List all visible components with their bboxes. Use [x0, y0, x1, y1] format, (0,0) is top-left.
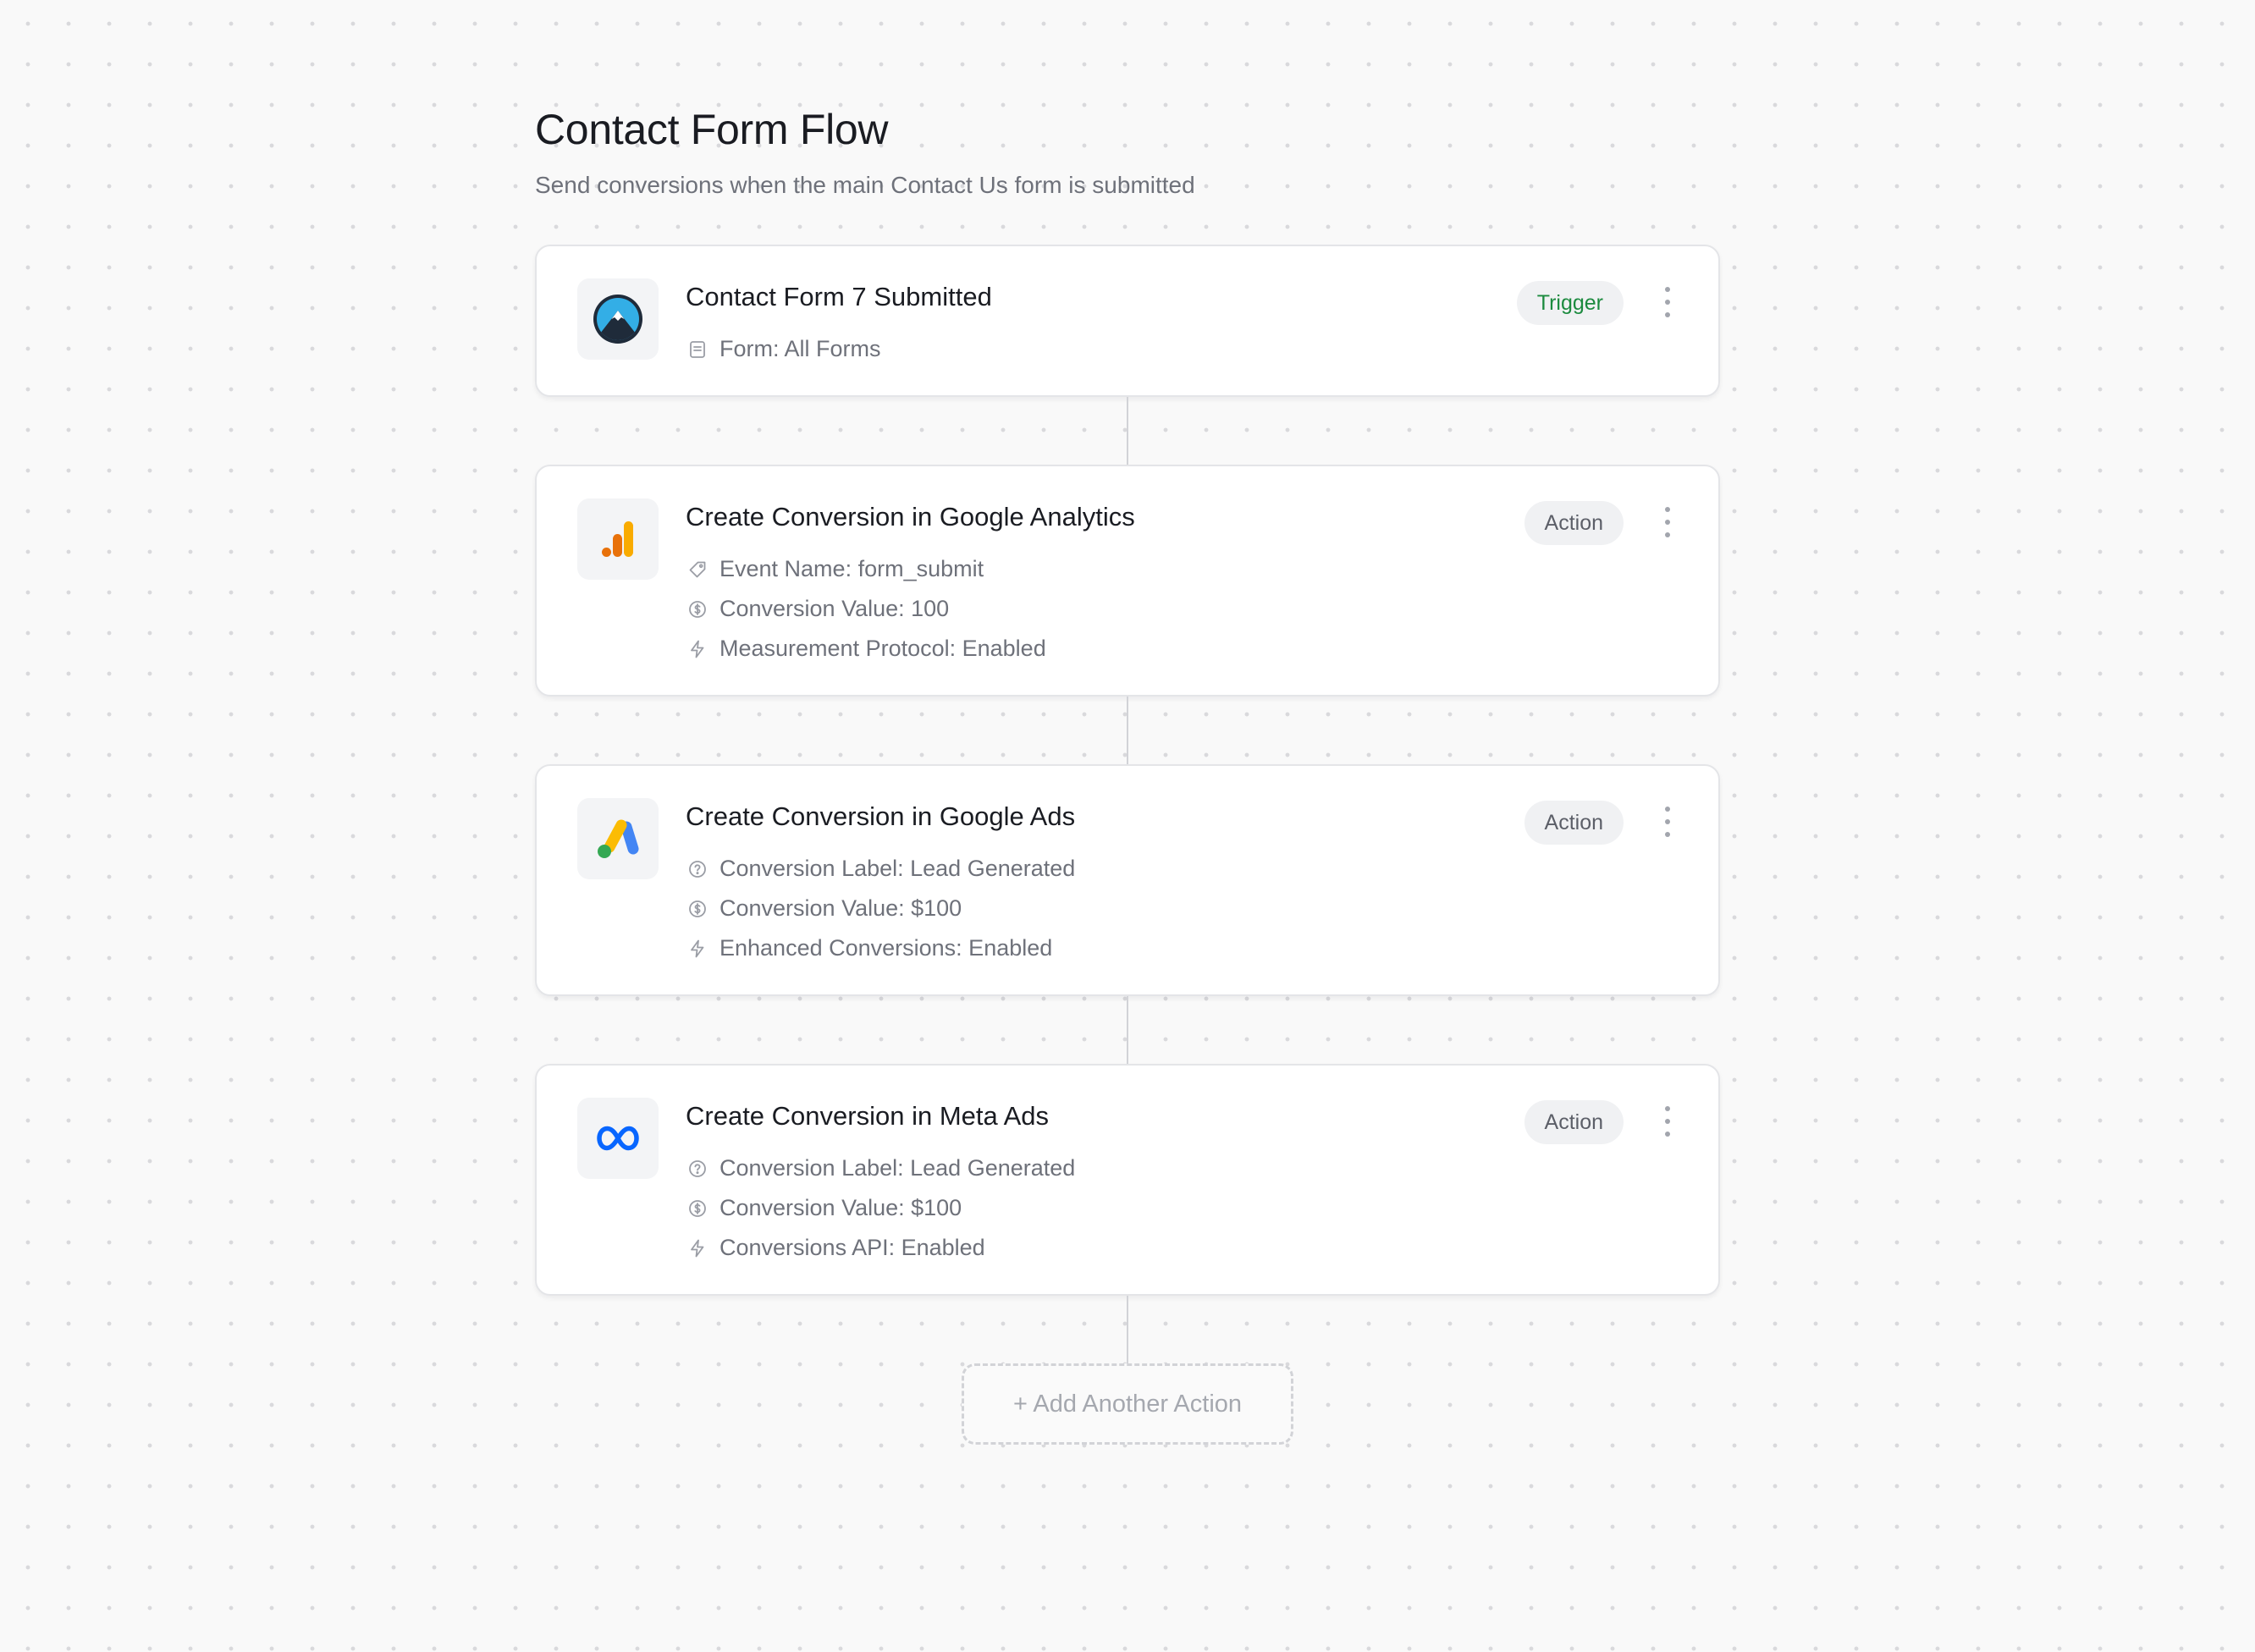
flow-connector	[1127, 697, 1128, 764]
detail-row: Event Name: form_submit	[686, 549, 1046, 589]
trigger-badge: Trigger	[1516, 281, 1624, 325]
trigger-card[interactable]: Contact Form 7 Submitted Form: All Forms…	[535, 245, 1720, 397]
detail-row: Conversions API: Enabled	[686, 1228, 1075, 1268]
detail-text: Conversion Label: Lead Generated	[720, 1155, 1076, 1181]
detail-text: Enhanced Conversions: Enabled	[720, 935, 1053, 961]
detail-row: Measurement Protocol: Enabled	[686, 629, 1046, 669]
detail-text: Conversion Value: $100	[720, 895, 962, 921]
add-another-action-button[interactable]: + Add Another Action	[962, 1363, 1293, 1445]
dollar-circle-icon	[686, 1197, 709, 1220]
more-options-icon[interactable]	[1657, 507, 1678, 537]
detail-text: Conversion Value: $100	[720, 1195, 962, 1220]
flow-connector	[1127, 996, 1128, 1064]
detail-text: Measurement Protocol: Enabled	[720, 636, 1046, 661]
page-title: Contact Form Flow	[535, 106, 889, 153]
form-icon	[686, 338, 709, 361]
lightning-icon	[686, 637, 709, 661]
action-card-google-ads[interactable]: Create Conversion in Google Ads Conversi…	[535, 764, 1720, 996]
google-ads-icon	[577, 798, 659, 879]
action-details: Event Name: form_submit Conversion Value…	[686, 549, 1046, 669]
action-badge: Action	[1524, 501, 1624, 545]
action-title: Create Conversion in Google Ads	[686, 801, 1076, 831]
dollar-circle-icon	[686, 897, 709, 921]
detail-text: Conversion Value: 100	[720, 596, 950, 621]
detail-text: Conversions API: Enabled	[720, 1235, 985, 1260]
contact-form-7-icon	[577, 278, 659, 360]
lightning-icon	[686, 937, 709, 961]
detail-row: Conversion Value: $100	[686, 889, 1075, 928]
google-analytics-icon	[577, 498, 659, 580]
detail-row: Conversion Value: $100	[686, 1188, 1075, 1228]
detail-row: Conversion Label: Lead Generated	[686, 1148, 1075, 1188]
trigger-details: Form: All Forms	[686, 329, 881, 369]
flow-connector	[1127, 1296, 1128, 1363]
detail-row: Conversion Value: 100	[686, 589, 1046, 629]
meta-icon	[577, 1098, 659, 1179]
detail-row: Conversion Label: Lead Generated	[686, 849, 1075, 889]
action-details: Conversion Label: Lead Generated Convers…	[686, 849, 1075, 968]
action-details: Conversion Label: Lead Generated Convers…	[686, 1148, 1075, 1268]
lightning-icon	[686, 1236, 709, 1260]
trigger-title: Contact Form 7 Submitted	[686, 282, 992, 311]
detail-row: Enhanced Conversions: Enabled	[686, 928, 1075, 968]
question-circle-icon	[686, 857, 709, 881]
tag-icon	[686, 558, 709, 581]
detail-row: Form: All Forms	[686, 329, 881, 369]
action-badge: Action	[1524, 1100, 1624, 1144]
detail-text: Conversion Label: Lead Generated	[720, 856, 1076, 881]
dollar-circle-icon	[686, 597, 709, 621]
more-options-icon[interactable]	[1657, 1106, 1678, 1137]
detail-text: Event Name: form_submit	[720, 556, 984, 581]
action-card-google-analytics[interactable]: Create Conversion in Google Analytics Ev…	[535, 465, 1720, 697]
more-options-icon[interactable]	[1657, 807, 1678, 837]
action-title: Create Conversion in Google Analytics	[686, 502, 1135, 531]
action-badge: Action	[1524, 801, 1624, 845]
page-subtitle: Send conversions when the main Contact U…	[535, 172, 1195, 198]
action-card-meta-ads[interactable]: Create Conversion in Meta Ads Conversion…	[535, 1064, 1720, 1296]
flow-connector	[1127, 397, 1128, 465]
more-options-icon[interactable]	[1657, 287, 1678, 317]
question-circle-icon	[686, 1157, 709, 1181]
detail-text: Form: All Forms	[720, 336, 881, 361]
action-title: Create Conversion in Meta Ads	[686, 1101, 1050, 1131]
